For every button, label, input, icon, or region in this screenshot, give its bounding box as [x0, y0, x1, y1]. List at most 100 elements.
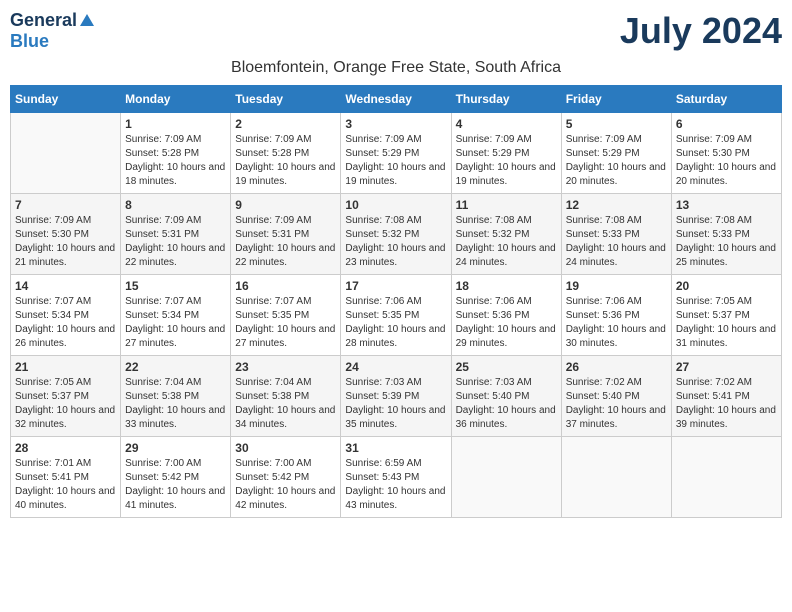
day-info: Sunrise: 7:01 AMSunset: 5:41 PMDaylight:…: [15, 457, 116, 513]
calendar-cell: 6 Sunrise: 7:09 AMSunset: 5:30 PMDaylight…: [671, 113, 781, 194]
day-number: 17: [345, 279, 446, 293]
calendar-cell: 9 Sunrise: 7:09 AMSunset: 5:31 PMDaylight…: [231, 194, 341, 275]
weekday-header-wednesday: Wednesday: [341, 86, 451, 113]
day-number: 7: [15, 198, 116, 212]
day-number: 22: [125, 360, 226, 374]
day-number: 21: [15, 360, 116, 374]
day-number: 28: [15, 441, 116, 455]
calendar-cell: 19Sunrise: 7:06 AMSunset: 5:36 PMDayligh…: [561, 275, 671, 356]
calendar-cell: 20 Sunrise: 7:05 AMSunset: 5:37 PMDayligh…: [671, 275, 781, 356]
day-info: Sunrise: 7:09 AMSunset: 5:31 PMDaylight:…: [125, 214, 226, 270]
calendar-cell: 1 Sunrise: 7:09 AMSunset: 5:28 PMDaylight…: [121, 113, 231, 194]
calendar-cell: 21 Sunrise: 7:05 AMSunset: 5:37 PMDayligh…: [11, 356, 121, 437]
day-number: 12: [566, 198, 667, 212]
weekday-header-thursday: Thursday: [451, 86, 561, 113]
day-info: Sunrise: 7:08 AMSunset: 5:32 PMDaylight:…: [345, 214, 446, 270]
day-number: 24: [345, 360, 446, 374]
calendar-cell: [561, 437, 671, 518]
day-number: 13: [676, 198, 777, 212]
calendar-cell: 10 Sunrise: 7:08 AMSunset: 5:32 PMDayligh…: [341, 194, 451, 275]
calendar-cell: 22 Sunrise: 7:04 AMSunset: 5:38 PMDayligh…: [121, 356, 231, 437]
day-number: 1: [125, 117, 226, 131]
day-number: 10: [345, 198, 446, 212]
day-number: 4: [456, 117, 557, 131]
calendar-cell: 11 Sunrise: 7:08 AMSunset: 5:32 PMDayligh…: [451, 194, 561, 275]
logo-icon: [78, 12, 96, 30]
logo-blue: Blue: [10, 31, 96, 52]
day-number: 20: [676, 279, 777, 293]
day-number: 3: [345, 117, 446, 131]
calendar-cell: 30Sunrise: 7:00 AMSunset: 5:42 PMDayligh…: [231, 437, 341, 518]
calendar-cell: 15Sunrise: 7:07 AMSunset: 5:34 PMDayligh…: [121, 275, 231, 356]
day-info: Sunrise: 7:02 AMSunset: 5:41 PMDaylight:…: [676, 376, 777, 432]
logo-text: General: [10, 10, 96, 31]
day-number: 5: [566, 117, 667, 131]
day-info: Sunrise: 7:09 AMSunset: 5:30 PMDaylight:…: [676, 133, 777, 189]
day-info: Sunrise: 7:09 AMSunset: 5:28 PMDaylight:…: [235, 133, 336, 189]
day-number: 9: [235, 198, 336, 212]
day-number: 14: [15, 279, 116, 293]
calendar-cell: 2 Sunrise: 7:09 AMSunset: 5:28 PMDaylight…: [231, 113, 341, 194]
day-info: Sunrise: 7:05 AMSunset: 5:37 PMDaylight:…: [15, 376, 116, 432]
day-info: Sunrise: 7:00 AMSunset: 5:42 PMDaylight:…: [125, 457, 226, 513]
calendar-cell: [451, 437, 561, 518]
calendar-cell: 8Sunrise: 7:09 AMSunset: 5:31 PMDaylight…: [121, 194, 231, 275]
calendar-cell: 18 Sunrise: 7:06 AMSunset: 5:36 PMDayligh…: [451, 275, 561, 356]
calendar-cell: 14Sunrise: 7:07 AMSunset: 5:34 PMDayligh…: [11, 275, 121, 356]
day-info: Sunrise: 7:04 AMSunset: 5:38 PMDaylight:…: [125, 376, 226, 432]
calendar-cell: 16Sunrise: 7:07 AMSunset: 5:35 PMDayligh…: [231, 275, 341, 356]
day-number: 15: [125, 279, 226, 293]
month-title: July 2024: [620, 10, 782, 52]
calendar-table: SundayMondayTuesdayWednesdayThursdayFrid…: [10, 85, 782, 518]
weekday-header-sunday: Sunday: [11, 86, 121, 113]
calendar-cell: 17 Sunrise: 7:06 AMSunset: 5:35 PMDayligh…: [341, 275, 451, 356]
day-number: 23: [235, 360, 336, 374]
calendar-cell: 23 Sunrise: 7:04 AMSunset: 5:38 PMDayligh…: [231, 356, 341, 437]
day-info: Sunrise: 7:09 AMSunset: 5:28 PMDaylight:…: [125, 133, 226, 189]
calendar-cell: 27 Sunrise: 7:02 AMSunset: 5:41 PMDayligh…: [671, 356, 781, 437]
day-number: 6: [676, 117, 777, 131]
day-number: 26: [566, 360, 667, 374]
day-info: Sunrise: 7:05 AMSunset: 5:37 PMDaylight:…: [676, 295, 777, 351]
day-info: Sunrise: 7:04 AMSunset: 5:38 PMDaylight:…: [235, 376, 336, 432]
calendar-cell: [671, 437, 781, 518]
calendar-cell: 31 Sunrise: 6:59 AMSunset: 5:43 PMDayligh…: [341, 437, 451, 518]
calendar-cell: 13 Sunrise: 7:08 AMSunset: 5:33 PMDayligh…: [671, 194, 781, 275]
day-number: 25: [456, 360, 557, 374]
day-info: Sunrise: 7:00 AMSunset: 5:42 PMDaylight:…: [235, 457, 336, 513]
calendar-cell: 26Sunrise: 7:02 AMSunset: 5:40 PMDayligh…: [561, 356, 671, 437]
day-info: Sunrise: 7:09 AMSunset: 5:29 PMDaylight:…: [566, 133, 667, 189]
day-number: 29: [125, 441, 226, 455]
calendar-cell: 7 Sunrise: 7:09 AMSunset: 5:30 PMDaylight…: [11, 194, 121, 275]
day-info: Sunrise: 6:59 AMSunset: 5:43 PMDaylight:…: [345, 457, 446, 513]
day-number: 18: [456, 279, 557, 293]
day-info: Sunrise: 7:09 AMSunset: 5:31 PMDaylight:…: [235, 214, 336, 270]
calendar-cell: 29 Sunrise: 7:00 AMSunset: 5:42 PMDayligh…: [121, 437, 231, 518]
weekday-header-saturday: Saturday: [671, 86, 781, 113]
day-info: Sunrise: 7:09 AMSunset: 5:29 PMDaylight:…: [345, 133, 446, 189]
day-info: Sunrise: 7:07 AMSunset: 5:35 PMDaylight:…: [235, 295, 336, 351]
day-number: 27: [676, 360, 777, 374]
calendar-cell: 3 Sunrise: 7:09 AMSunset: 5:29 PMDaylight…: [341, 113, 451, 194]
day-info: Sunrise: 7:08 AMSunset: 5:33 PMDaylight:…: [676, 214, 777, 270]
day-info: Sunrise: 7:08 AMSunset: 5:32 PMDaylight:…: [456, 214, 557, 270]
weekday-header-friday: Friday: [561, 86, 671, 113]
day-number: 11: [456, 198, 557, 212]
day-info: Sunrise: 7:03 AMSunset: 5:40 PMDaylight:…: [456, 376, 557, 432]
day-info: Sunrise: 7:09 AMSunset: 5:30 PMDaylight:…: [15, 214, 116, 270]
day-info: Sunrise: 7:09 AMSunset: 5:29 PMDaylight:…: [456, 133, 557, 189]
day-info: Sunrise: 7:03 AMSunset: 5:39 PMDaylight:…: [345, 376, 446, 432]
day-info: Sunrise: 7:06 AMSunset: 5:35 PMDaylight:…: [345, 295, 446, 351]
calendar-cell: 4 Sunrise: 7:09 AMSunset: 5:29 PMDaylight…: [451, 113, 561, 194]
location-title: Bloemfontein, Orange Free State, South A…: [10, 59, 782, 77]
day-number: 2: [235, 117, 336, 131]
day-info: Sunrise: 7:08 AMSunset: 5:33 PMDaylight:…: [566, 214, 667, 270]
title-section: July 2024: [620, 10, 782, 52]
day-number: 31: [345, 441, 446, 455]
calendar-cell: 24 Sunrise: 7:03 AMSunset: 5:39 PMDayligh…: [341, 356, 451, 437]
logo: General Blue: [10, 10, 96, 51]
calendar-cell: 5 Sunrise: 7:09 AMSunset: 5:29 PMDaylight…: [561, 113, 671, 194]
day-info: Sunrise: 7:06 AMSunset: 5:36 PMDaylight:…: [456, 295, 557, 351]
calendar-cell: 28 Sunrise: 7:01 AMSunset: 5:41 PMDayligh…: [11, 437, 121, 518]
calendar-cell: 25 Sunrise: 7:03 AMSunset: 5:40 PMDayligh…: [451, 356, 561, 437]
